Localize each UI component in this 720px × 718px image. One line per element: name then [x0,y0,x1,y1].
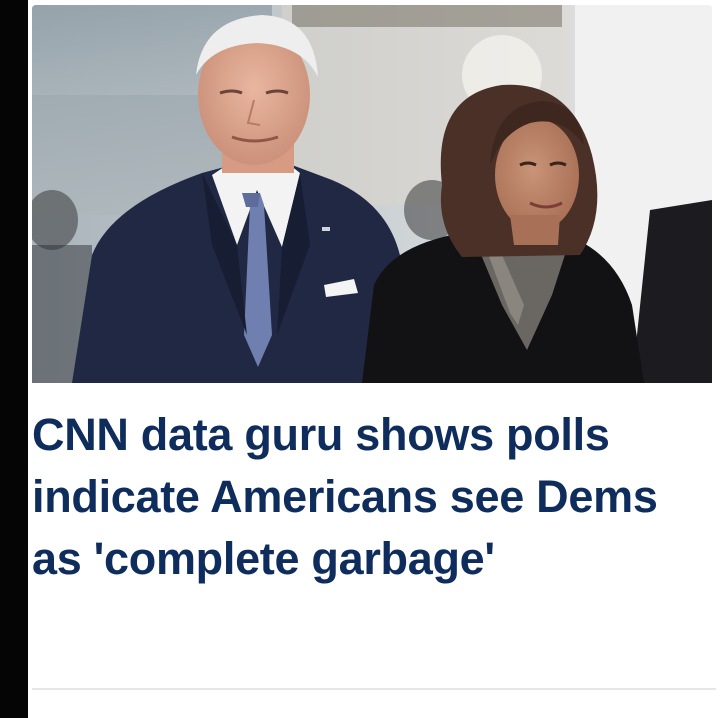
news-card[interactable]: CNN data guru shows polls indicate Ameri… [28,0,720,718]
photo-illustration [32,5,712,383]
left-edge-bar [0,0,28,718]
card-divider [32,688,716,690]
news-photo[interactable] [32,5,712,383]
article-headline[interactable]: CNN data guru shows polls indicate Ameri… [32,404,704,590]
